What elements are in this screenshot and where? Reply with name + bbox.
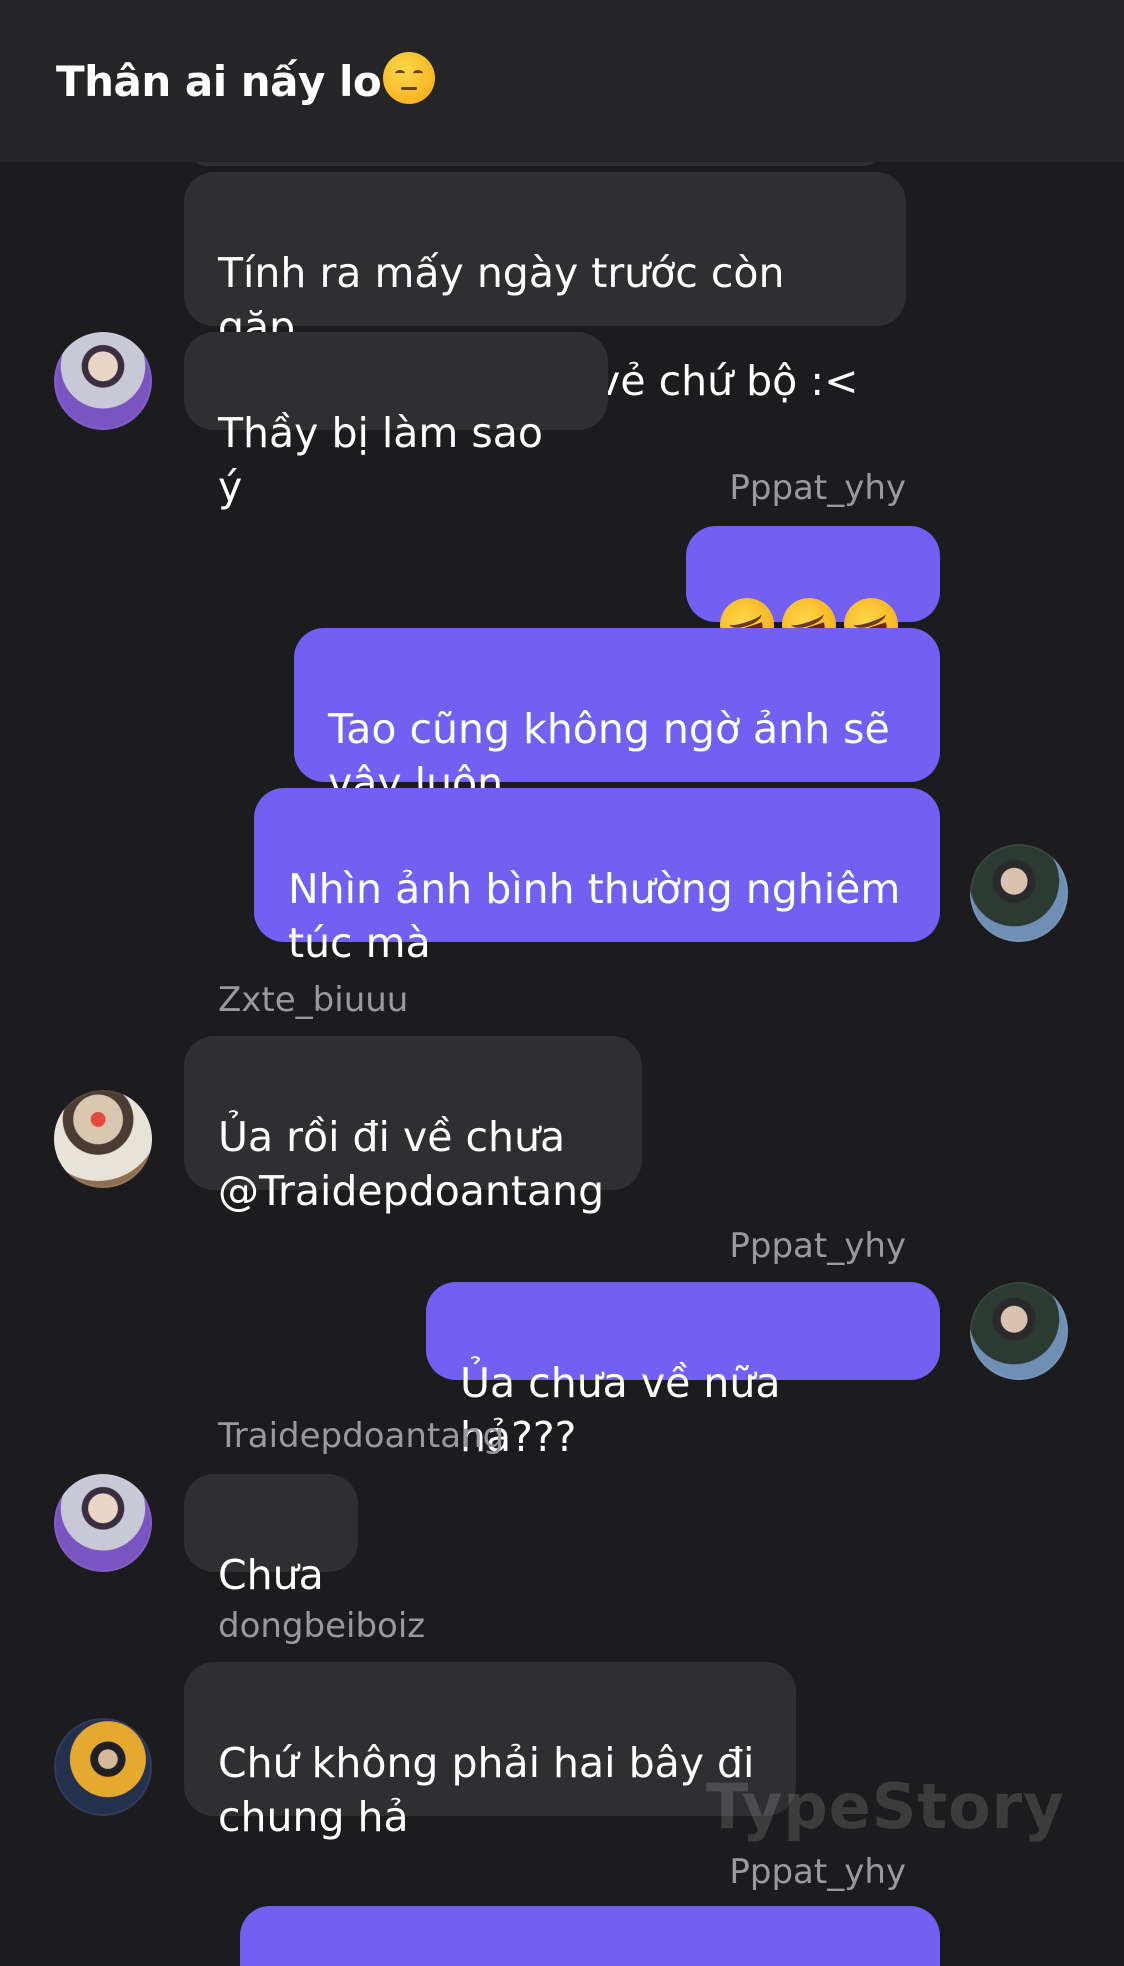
chat-title-text: Thân ai nấy lo bbox=[56, 57, 382, 106]
unamused-face-icon bbox=[383, 52, 436, 104]
message-bubble[interactable]: Chưa bbox=[184, 1474, 358, 1599]
message-bubble[interactable]: Nhìn ảnh bình thường nghiêm túc mà bbox=[254, 788, 940, 967]
sender-name: Pppat_yhy bbox=[729, 1226, 906, 1266]
chat-header: Thân ai nấy lo bbox=[0, 0, 1124, 162]
message-bubble[interactable]: Tính ra mấy ngày trước còn gặp nhau chào… bbox=[184, 172, 906, 405]
avatar-denim[interactable] bbox=[970, 844, 1068, 942]
avatar-apple[interactable] bbox=[54, 1090, 152, 1188]
sender-name: dongbeiboiz bbox=[218, 1606, 426, 1646]
avatar-purple-shirt[interactable] bbox=[54, 1474, 152, 1572]
sender-name: Pppat_yhy bbox=[729, 1852, 906, 1892]
sender-name: Pppat_yhy bbox=[729, 468, 906, 508]
message-bubble[interactable]: Chứ không phải hai bây đi chung hả bbox=[184, 1662, 796, 1841]
message-text: Chưa bbox=[218, 1551, 324, 1599]
watermark-logo: TypeStory bbox=[706, 1770, 1065, 1843]
message-bubble[interactable]: Ủa rồi đi về chưa @Traidepdoantang bbox=[184, 1036, 642, 1215]
message-text: Chứ không phải hai bây đi chung hả bbox=[218, 1739, 755, 1841]
message-bubble[interactable] bbox=[686, 526, 940, 660]
message-text: Thầy bị làm sao ý bbox=[218, 409, 543, 511]
sender-name: Traidepdoantang bbox=[218, 1416, 505, 1456]
message-text: Ủa chưa về nữa hả??? bbox=[460, 1359, 781, 1461]
avatar-yellow-jacket[interactable] bbox=[54, 1718, 152, 1816]
message-bubble[interactable]: Ủa chưa về nữa hả??? bbox=[426, 1282, 940, 1461]
message-bubble-partial[interactable] bbox=[240, 1906, 940, 1966]
chat-title[interactable]: Thân ai nấy lo bbox=[56, 52, 436, 106]
message-bubble[interactable]: Tao cũng không ngờ ảnh sẽ vậy luôn bbox=[294, 628, 940, 807]
avatar-denim[interactable] bbox=[970, 1282, 1068, 1380]
message-text: Ủa rồi đi về chưa @Traidepdoantang bbox=[218, 1113, 605, 1215]
message-text: Nhìn ảnh bình thường nghiêm túc mà bbox=[288, 865, 901, 967]
avatar-purple-shirt[interactable] bbox=[54, 332, 152, 430]
message-bubble[interactable]: Thầy bị làm sao ý bbox=[184, 332, 608, 511]
sender-name: Zxte_biuuu bbox=[218, 980, 409, 1020]
